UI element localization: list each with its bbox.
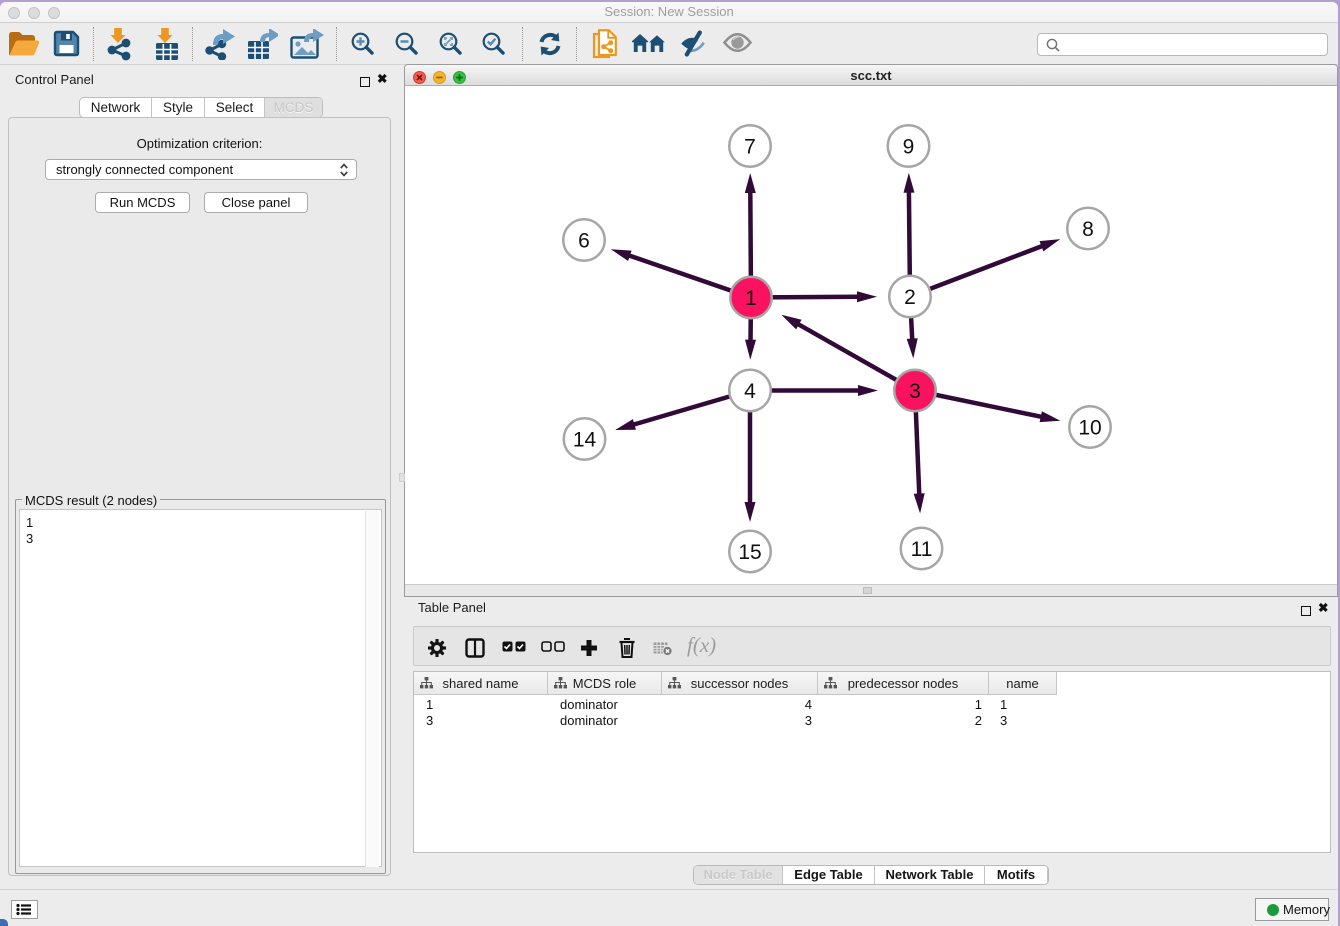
svg-text:10: 10 (1078, 417, 1101, 440)
svg-text:14: 14 (573, 429, 597, 452)
svg-text:11: 11 (911, 538, 933, 561)
svg-text:9: 9 (903, 136, 915, 159)
svg-text:2: 2 (904, 286, 916, 309)
svg-text:7: 7 (744, 136, 756, 159)
svg-text:4: 4 (744, 380, 756, 403)
svg-text:15: 15 (738, 541, 761, 564)
svg-text:8: 8 (1082, 218, 1094, 241)
svg-text:6: 6 (578, 230, 590, 253)
svg-text:3: 3 (909, 380, 921, 403)
svg-text:1: 1 (745, 287, 757, 310)
